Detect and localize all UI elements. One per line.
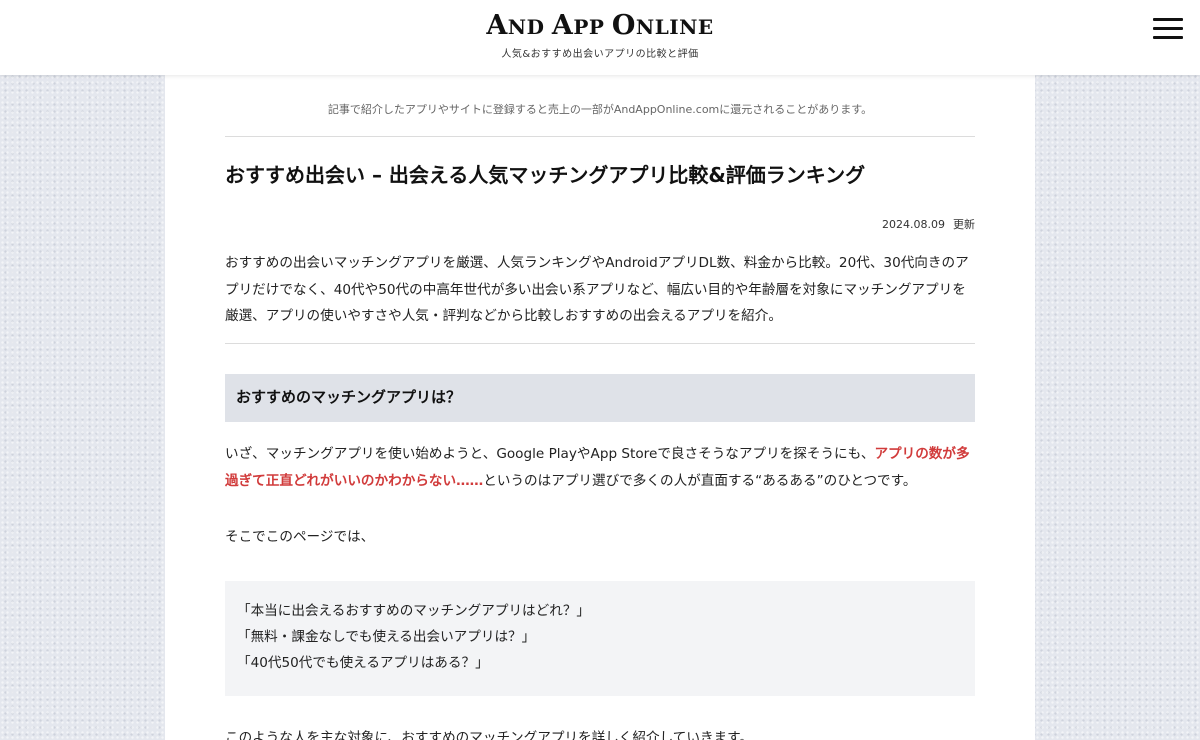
- section-heading: おすすめのマッチングアプリは？: [225, 374, 975, 422]
- hamburger-menu-icon[interactable]: [1153, 17, 1185, 43]
- updated-date-value: 2024.08.09: [882, 218, 945, 231]
- divider: [225, 343, 975, 344]
- site-tagline: 人気&おすすめ出会いアプリの比較と評価: [501, 49, 699, 60]
- affiliate-disclosure: 記事で紹介したアプリやサイトに登録すると売上の一部がAndAppOnline.c…: [327, 103, 873, 116]
- menu-bar: [1153, 36, 1183, 39]
- intro-text: おすすめの出会いマッチングアプリを厳選、人気ランキングやAndroidアプリDL…: [225, 255, 969, 324]
- menu-bar: [1153, 18, 1183, 21]
- body-text: いざ、マッチングアプリを使い始めようと、Google PlayやApp Stor…: [225, 446, 875, 462]
- page-title: おすすめ出会い – 出会える人気マッチングアプリ比較&評価ランキング: [225, 163, 866, 187]
- body-paragraph: このような人を主な対象に、おすすめのマッチングアプリを詳しく紹介していきます。: [225, 730, 753, 740]
- question-item: 「本当に出会えるおすすめのマッチングアプリはどれ？」: [237, 603, 591, 619]
- article-container: 記事で紹介したアプリやサイトに登録すると売上の一部がAndAppOnline.c…: [165, 75, 1035, 740]
- body-paragraph: そこでこのページでは、: [225, 529, 375, 545]
- menu-bar: [1153, 27, 1183, 30]
- question-box: 「本当に出会えるおすすめのマッチングアプリはどれ？」 「無料・課金なしでも使える…: [225, 581, 975, 696]
- site-logo[interactable]: AND APP ONLINE: [0, 10, 1200, 41]
- site-header: AND APP ONLINE 人気&おすすめ出会いアプリの比較と評価: [0, 0, 1200, 75]
- question-item: 「無料・課金なしでも使える出会いアプリは？」: [237, 629, 536, 645]
- updated-date: 2024.08.09 更新: [225, 216, 975, 232]
- body-paragraph: いざ、マッチングアプリを使い始めようと、Google PlayやApp Stor…: [225, 441, 975, 494]
- updated-label: 更新: [953, 218, 975, 231]
- question-item: 「40代50代でも使えるアプリはある？」: [237, 655, 489, 671]
- divider: [225, 136, 975, 137]
- body-text: というのはアプリ選びで多くの人が直面する“あるある”のひとつです。: [483, 472, 917, 489]
